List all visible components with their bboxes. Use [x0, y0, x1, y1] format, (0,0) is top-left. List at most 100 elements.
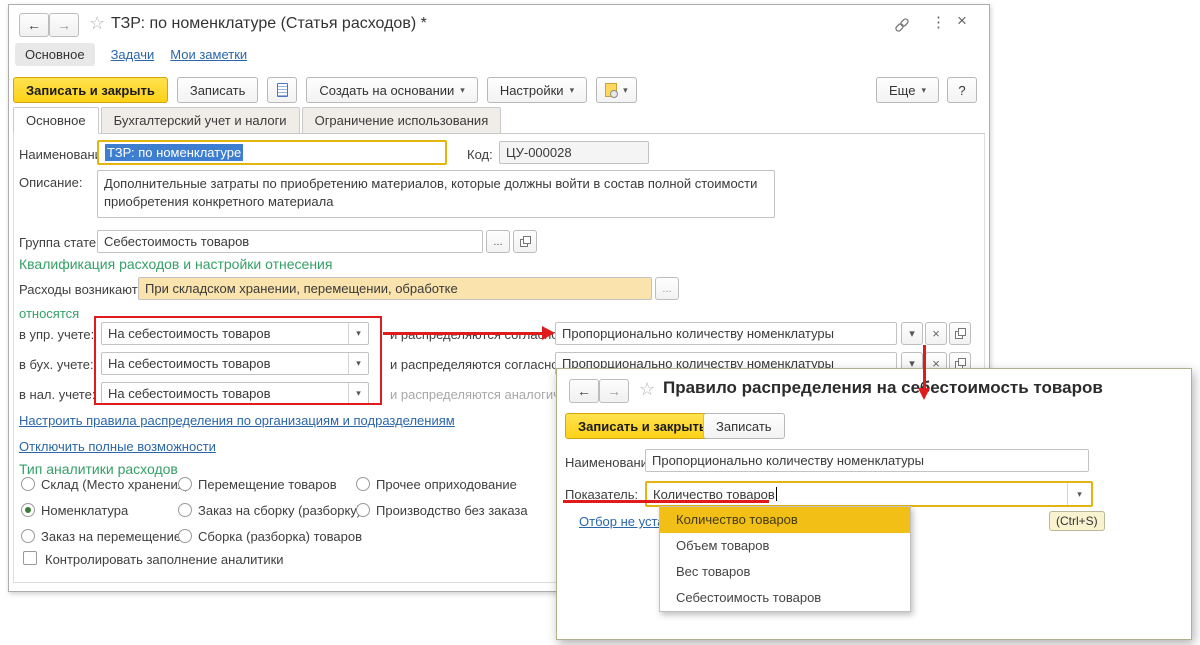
expenses-choose-button[interactable]: ... — [655, 277, 679, 300]
group-label: Группа статей: — [19, 235, 107, 250]
chevron-down-icon[interactable] — [348, 353, 368, 374]
radio-nomenclature[interactable] — [21, 503, 35, 517]
create-based-on-button[interactable]: Создать на основании — [306, 77, 478, 103]
save-close-button[interactable]: Записать и закрыть — [13, 77, 168, 103]
radio-production-no-order-label: Производство без заказа — [376, 503, 528, 518]
tab-bar: Основное Бухгалтерский учет и налоги Огр… — [13, 107, 985, 134]
relate-heading: относятся — [19, 306, 80, 321]
control-analytics-checkbox[interactable] — [23, 551, 37, 565]
text-cursor — [775, 487, 777, 501]
nav-item-tasks[interactable]: Задачи — [111, 47, 155, 62]
nav-item-notes[interactable]: Мои заметки — [170, 47, 247, 62]
radio-warehouse-label: Склад (Место хранения) — [41, 477, 190, 492]
back-button[interactable] — [569, 379, 599, 403]
section-nav: Основное Задачи Мои заметки — [15, 43, 247, 66]
favorite-star-icon[interactable] — [89, 13, 105, 34]
expenses-input[interactable]: При складском хранении, перемещении, обр… — [138, 277, 652, 300]
setup-rules-link[interactable]: Настроить правила распределения по орган… — [19, 413, 455, 428]
settings-button[interactable]: Настройки — [486, 77, 588, 103]
annotation-arrow-right — [383, 332, 543, 335]
mgmt-accounting-select[interactable]: На себестоимость товаров — [101, 322, 369, 345]
chevron-down-icon[interactable] — [1067, 483, 1091, 505]
get-link-icon[interactable] — [893, 17, 911, 36]
group-open-button[interactable] — [513, 230, 537, 253]
mgmt-accounting-value: На себестоимость товаров — [108, 326, 271, 341]
save-button[interactable]: Записать — [703, 413, 785, 439]
radio-warehouse[interactable] — [21, 477, 35, 491]
section-analytics-heading: Тип аналитики расходов — [19, 461, 178, 477]
tab-usage-restriction[interactable]: Ограничение использования — [301, 107, 502, 134]
annotation-arrow-right-head — [542, 326, 555, 340]
help-button[interactable]: ? — [947, 77, 977, 103]
save-button[interactable]: Записать — [176, 77, 259, 103]
code-label: Код: — [467, 147, 493, 162]
file-icon — [605, 83, 619, 98]
close-icon[interactable] — [957, 11, 967, 31]
name-input[interactable]: ТЗР: по номенклатуре — [97, 140, 447, 165]
description-label: Описание: — [19, 175, 83, 190]
tax-dist-label: и распределяются аналогичн — [390, 387, 568, 402]
control-analytics-label: Контролировать заполнение аналитики — [45, 552, 284, 567]
tab-accounting[interactable]: Бухгалтерский учет и налоги — [100, 107, 300, 134]
window-title: Правило распределения на себестоимость т… — [663, 378, 1103, 397]
attached-files-button[interactable] — [596, 77, 637, 103]
window-title: ТЗР: по номенклатуре (Статья расходов) * — [111, 15, 427, 32]
radio-assembly-goods[interactable] — [178, 529, 192, 543]
distribution-rule-window: Правило распределения на себестоимость т… — [556, 368, 1192, 640]
dropdown-item-cost[interactable]: Себестоимость товаров — [660, 585, 910, 611]
chevron-down-icon[interactable] — [348, 383, 368, 404]
document-icon — [276, 83, 288, 97]
section-qualification-heading: Квалификация расходов и настройки отнесе… — [19, 256, 333, 272]
forward-button[interactable] — [49, 13, 79, 37]
mgmt-accounting-label: в упр. учете: — [19, 327, 95, 342]
forward-button[interactable] — [599, 379, 629, 403]
toolbar: Записать и закрыть Записать Создать на о… — [13, 77, 637, 103]
open-icon — [519, 236, 531, 247]
radio-transfer-order-label: Заказ на перемещение — [41, 529, 182, 544]
radio-assembly-order[interactable] — [178, 503, 192, 517]
nav-item-main[interactable]: Основное — [15, 43, 95, 66]
mgmt-dist-input[interactable]: Пропорционально количеству номенклатуры — [555, 322, 897, 345]
radio-nomenclature-label: Номенклатура — [41, 503, 129, 518]
disable-features-link[interactable]: Отключить полные возможности — [19, 439, 216, 454]
back-button[interactable] — [19, 13, 49, 37]
code-field: ЦУ-000028 — [499, 141, 649, 164]
fin-accounting-value: На себестоимость товаров — [108, 356, 271, 371]
fin-accounting-select[interactable]: На себестоимость товаров — [101, 352, 369, 375]
radio-other-receipt[interactable] — [356, 477, 370, 491]
tax-accounting-label: в нал. учете: — [19, 387, 96, 402]
radio-assembly-goods-label: Сборка (разборка) товаров — [198, 529, 363, 544]
fin-accounting-label: в бух. учете: — [19, 357, 94, 372]
save-close-button[interactable]: Записать и закрыть — [565, 413, 720, 439]
name-input[interactable]: Пропорционально количеству номенклатуры — [645, 449, 1089, 472]
tab-main[interactable]: Основное — [13, 107, 99, 134]
tax-accounting-select[interactable]: На себестоимость товаров — [101, 382, 369, 405]
document-register-button[interactable] — [267, 77, 298, 103]
name-value: ТЗР: по номенклатуре — [105, 144, 244, 161]
description-input[interactable]: Дополнительные затраты по приобретению м… — [97, 170, 775, 218]
dropdown-item-weight[interactable]: Вес товаров — [660, 559, 910, 585]
radio-goods-movement[interactable] — [178, 477, 192, 491]
open-icon — [954, 328, 966, 339]
group-choose-button[interactable]: ... — [486, 230, 510, 253]
chevron-down-icon[interactable] — [348, 323, 368, 344]
radio-transfer-order[interactable] — [21, 529, 35, 543]
dropdown-item-quantity[interactable]: Количество товаров — [660, 507, 910, 533]
toolbar-right: Еще ? — [876, 77, 977, 103]
screen: ТЗР: по номенклатуре (Статья расходов) *… — [0, 0, 1200, 645]
dropdown-item-volume[interactable]: Объем товаров — [660, 533, 910, 559]
radio-production-no-order[interactable] — [356, 503, 370, 517]
mgmt-dist-clear-button[interactable] — [925, 322, 947, 345]
shortcut-hint: (Ctrl+S) — [1049, 511, 1105, 531]
mgmt-dist-open-button[interactable] — [949, 322, 971, 345]
indicator-input[interactable]: Количество товаров — [645, 481, 1093, 507]
fin-dist-label: и распределяются согласно: — [390, 357, 563, 372]
annotation-arrow-down-head — [918, 388, 930, 400]
more-button[interactable]: Еще — [876, 77, 939, 103]
favorite-star-icon[interactable] — [639, 379, 655, 400]
group-input[interactable]: Себестоимость товаров — [97, 230, 483, 253]
mgmt-dist-dropdown-button[interactable]: ▾ — [901, 322, 923, 345]
kebab-menu-icon[interactable] — [931, 13, 946, 31]
indicator-dropdown: Количество товаров Объем товаров Вес тов… — [659, 506, 911, 612]
annotation-red-underline — [563, 500, 769, 503]
